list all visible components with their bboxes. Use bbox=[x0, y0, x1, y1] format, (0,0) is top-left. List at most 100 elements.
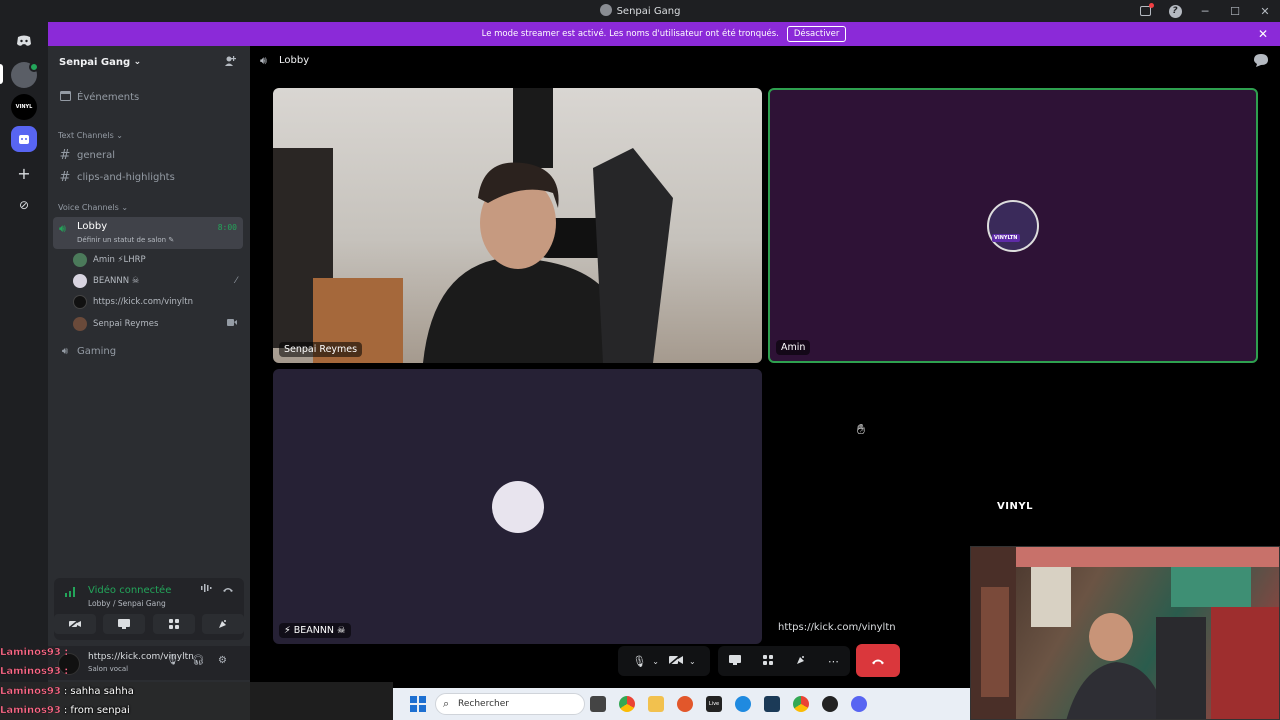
tile-label: ⚡ BEANNN ☠ bbox=[279, 623, 351, 638]
server-header[interactable]: Senpai Gang ⌄ bbox=[48, 46, 250, 78]
file-explorer-icon[interactable] bbox=[648, 696, 664, 712]
microphone-button[interactable]: 🎙︎ bbox=[632, 655, 646, 668]
maximize-button[interactable]: ☐ bbox=[1220, 0, 1250, 22]
channel-label: general bbox=[77, 149, 116, 161]
server-rail: VINYL + ⊘ bbox=[0, 22, 48, 720]
avatar bbox=[73, 274, 87, 288]
voice-user-name: BEANNN ☠ bbox=[93, 276, 140, 286]
avatar bbox=[73, 295, 87, 309]
connection-status[interactable]: Vidéo connectée bbox=[88, 585, 171, 596]
muted-mic-icon: ⁄ bbox=[235, 276, 237, 286]
chrome-icon[interactable] bbox=[619, 696, 635, 712]
hang-up-button[interactable] bbox=[856, 644, 900, 677]
voice-user-kick[interactable]: https://kick.com/vinyltn bbox=[73, 292, 243, 312]
more-options-icon[interactable]: ⋯ bbox=[828, 655, 839, 668]
voice-user-beannn[interactable]: BEANNN ☠ ⁄ bbox=[73, 271, 243, 291]
chat-text: : from senpai bbox=[63, 704, 130, 716]
add-server-button[interactable]: + bbox=[11, 160, 37, 186]
tile-label: Amin bbox=[776, 340, 811, 355]
channel-general[interactable]: # general bbox=[53, 144, 243, 166]
camera-options-chevron-icon[interactable]: ⌄ bbox=[689, 657, 696, 666]
invite-icon[interactable] bbox=[224, 55, 236, 70]
obs-icon[interactable] bbox=[822, 696, 838, 712]
camera-off-button[interactable] bbox=[54, 614, 96, 634]
task-view-icon[interactable] bbox=[590, 696, 606, 712]
lobby-name: Lobby bbox=[77, 221, 108, 232]
hash-icon: # bbox=[59, 169, 71, 185]
activities-button[interactable] bbox=[152, 614, 195, 634]
voice-channel-gaming[interactable]: 🔊︎ Gaming bbox=[53, 340, 243, 362]
noise-suppression-icon[interactable] bbox=[200, 583, 212, 596]
taskbar-search[interactable]: Rechercher bbox=[435, 693, 585, 715]
camera-toggle-button[interactable] bbox=[668, 653, 683, 668]
chat-message: Laminos93 : bbox=[0, 662, 71, 680]
voice-user-name: Amin ⚡LHRP bbox=[93, 255, 146, 265]
text-channels-category[interactable]: Text Channels ⌄ bbox=[58, 131, 123, 140]
calendar-icon bbox=[59, 90, 71, 105]
server-vinyl[interactable]: VINYL bbox=[11, 94, 37, 120]
chat-user: Laminos93 bbox=[0, 704, 61, 716]
discord-logo-icon bbox=[17, 35, 31, 46]
avatar: VINYLTN bbox=[987, 199, 1039, 252]
server-badge bbox=[29, 62, 39, 72]
headphones-icon[interactable]: 🎧︎ bbox=[192, 655, 205, 666]
channel-sidebar: Senpai Gang ⌄ Événements Text Channels ⌄… bbox=[48, 46, 250, 720]
server-selected-pill bbox=[0, 64, 3, 84]
channel-label: clips-and-highlights bbox=[77, 171, 175, 183]
connection-location: Lobby / Senpai Gang bbox=[88, 599, 166, 608]
soundboard-button[interactable] bbox=[201, 614, 244, 634]
banner-close-icon[interactable]: ✕ bbox=[1258, 27, 1268, 41]
windows-taskbar: Rechercher Live bbox=[393, 688, 970, 720]
video-tile-amin[interactable]: VINYLTN Amin bbox=[768, 88, 1258, 363]
user-status: Salon vocal bbox=[88, 665, 129, 673]
soundboard-button[interactable] bbox=[796, 655, 806, 668]
server-icon bbox=[599, 4, 612, 16]
lobby-status[interactable]: Définir un statut de salon ✎ bbox=[77, 236, 174, 244]
microphone-icon[interactable]: 🎙︎ bbox=[166, 655, 179, 666]
gear-icon[interactable]: ⚙ bbox=[218, 655, 227, 666]
chrome-icon[interactable] bbox=[793, 696, 809, 712]
app-icon[interactable] bbox=[764, 696, 780, 712]
chat-bubble-icon[interactable] bbox=[1254, 54, 1268, 70]
screen-share-button[interactable] bbox=[103, 614, 146, 634]
help-icon: ? bbox=[1168, 4, 1182, 18]
inbox-button[interactable] bbox=[1130, 0, 1160, 22]
voice-channels-category[interactable]: Voice Channels ⌄ bbox=[58, 203, 128, 212]
window-controls: ? ─ ☐ ✕ bbox=[1130, 0, 1280, 22]
server-discord-robot[interactable] bbox=[11, 126, 37, 152]
vinyl-logo: VINYL bbox=[997, 501, 1033, 512]
video-tile-beannn[interactable]: ⚡ BEANNN ☠ bbox=[273, 369, 762, 644]
help-button[interactable]: ? bbox=[1160, 0, 1190, 22]
mic-options-chevron-icon[interactable]: ⌄ bbox=[652, 657, 659, 666]
channel-clips[interactable]: # clips-and-highlights bbox=[53, 166, 243, 188]
discord-taskbar-icon[interactable] bbox=[851, 696, 867, 712]
edge-icon[interactable] bbox=[735, 696, 751, 712]
phone-hangup-icon bbox=[872, 659, 884, 664]
screen-share-button[interactable] bbox=[729, 654, 742, 668]
disconnect-icon[interactable] bbox=[222, 583, 234, 596]
robot-icon bbox=[19, 135, 29, 144]
windows-start-icon[interactable] bbox=[410, 696, 426, 712]
close-button[interactable]: ✕ bbox=[1250, 0, 1280, 22]
chat-message: Laminos93: sahha sahha bbox=[0, 682, 134, 700]
voice-channel-lobby[interactable]: 🔊︎ Lobby Définir un statut de salon ✎ 8:… bbox=[53, 217, 243, 249]
tile-label: Senpai Reymes bbox=[279, 342, 363, 357]
discover-icon[interactable]: ⊘ bbox=[11, 192, 37, 218]
minimize-button[interactable]: ─ bbox=[1190, 0, 1220, 22]
streamer-webcam-overlay bbox=[970, 546, 1280, 720]
user-panel: https://kick.com/vinyltn Salon vocal 🎙︎ … bbox=[48, 646, 250, 680]
events-item[interactable]: Événements bbox=[53, 86, 243, 108]
channel-label: Gaming bbox=[77, 345, 117, 357]
activities-button[interactable] bbox=[763, 654, 774, 668]
disable-streamer-button[interactable]: Désactiver bbox=[786, 26, 847, 42]
chat-message: Laminos93: from senpai bbox=[0, 701, 130, 719]
voice-user-amin[interactable]: Amin ⚡LHRP bbox=[73, 250, 243, 270]
chat-user: Laminos93 bbox=[0, 685, 61, 697]
speaker-icon: 🔊︎ bbox=[260, 54, 267, 67]
discord-home-button[interactable] bbox=[11, 28, 37, 54]
speaker-icon: 🔊︎ bbox=[61, 345, 69, 357]
voice-user-senpai[interactable]: Senpai Reymes bbox=[73, 314, 243, 334]
firefox-icon[interactable] bbox=[677, 696, 693, 712]
live-app-icon[interactable]: Live bbox=[706, 696, 722, 712]
video-tile-senpai-reymes[interactable]: Senpai Reymes bbox=[273, 88, 762, 363]
